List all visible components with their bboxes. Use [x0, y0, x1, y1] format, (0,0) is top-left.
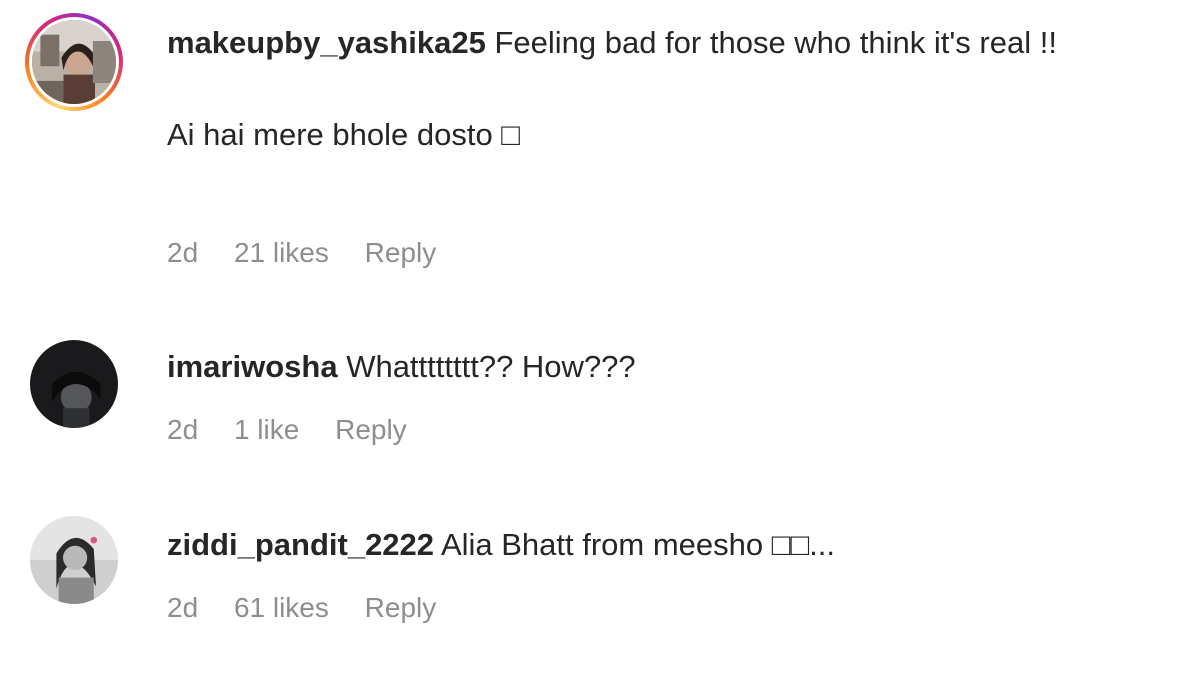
comment-likes-count[interactable]: 1 like [234, 414, 299, 445]
reply-button[interactable]: Reply [335, 414, 407, 445]
comment-text-extra: Ai hai mere bhole dosto □ [167, 117, 521, 152]
profile-picture-icon [32, 20, 116, 104]
comment-item: imariwosha Whatttttttt?? How??? 2d 1 lik… [0, 330, 1200, 460]
comment-likes-count[interactable]: 21 likes [234, 237, 329, 268]
comment-content: ziddi_pandit_2222 Alia Bhatt from meesho… [167, 520, 1188, 570]
comment-likes-count[interactable]: 61 likes [234, 592, 329, 623]
comment-username[interactable]: makeupby_yashika25 [167, 25, 486, 60]
avatar[interactable] [30, 516, 118, 604]
comment-username[interactable]: imariwosha [167, 349, 338, 384]
reply-button[interactable]: Reply [365, 592, 437, 623]
profile-picture-icon [30, 516, 118, 604]
comment-meta: 2d 1 like Reply [167, 414, 435, 446]
comment-item: makeupby_yashika25 Feeling bad for those… [0, 0, 1200, 290]
comment-meta: 2d 61 likes Reply [167, 592, 464, 624]
comment-text: Feeling bad for those who think it's rea… [494, 25, 1057, 60]
comment-item: ziddi_pandit_2222 Alia Bhatt from meesho… [0, 508, 1200, 638]
avatar[interactable] [30, 340, 118, 428]
comment-timestamp[interactable]: 2d [167, 414, 198, 445]
comment-timestamp[interactable]: 2d [167, 592, 198, 623]
reply-button[interactable]: Reply [365, 237, 437, 268]
comment-text: Whatttttttt?? How??? [346, 349, 636, 384]
comment-username[interactable]: ziddi_pandit_2222 [167, 527, 434, 562]
comment-content: makeupby_yashika25 Feeling bad for those… [167, 18, 1188, 160]
comment-content: imariwosha Whatttttttt?? How??? [167, 342, 1188, 392]
comment-text: Alia Bhatt from meesho □□... [440, 527, 836, 562]
comment-meta: 2d 21 likes Reply [167, 237, 464, 269]
avatar[interactable] [25, 13, 123, 111]
profile-picture-icon [30, 340, 118, 428]
comment-timestamp[interactable]: 2d [167, 237, 198, 268]
